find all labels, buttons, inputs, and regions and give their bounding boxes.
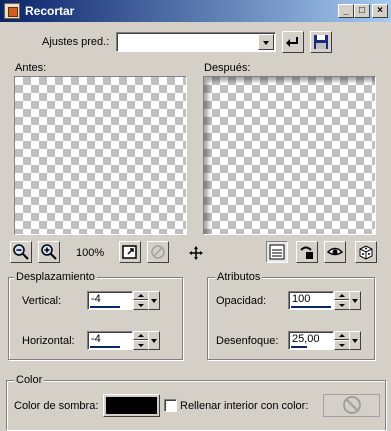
chevron-down-icon <box>151 299 157 303</box>
blur-value: 25,00 <box>292 333 320 345</box>
undo-arrow-icon <box>286 37 298 47</box>
after-label: Después: <box>204 62 251 74</box>
save-preset-button[interactable] <box>310 31 332 53</box>
opacity-decrement-button[interactable] <box>334 300 350 310</box>
script-mode-button[interactable] <box>296 241 318 263</box>
vertical-dropdown-button[interactable] <box>148 291 160 310</box>
blur-label: Desenfoque: <box>216 335 279 347</box>
horizontal-dropdown-button[interactable] <box>148 331 160 350</box>
presets-combo[interactable] <box>116 32 276 52</box>
randomize-button[interactable] <box>355 241 377 263</box>
vertical-slider-bar <box>90 306 120 308</box>
toggle-preview-icon <box>269 244 285 260</box>
horizontal-input[interactable]: -4 <box>87 331 133 350</box>
after-preview <box>203 76 376 235</box>
no-color-icon <box>343 396 361 414</box>
fit-window-icon <box>122 245 137 259</box>
proof-button[interactable] <box>147 241 169 263</box>
before-label: Antes: <box>15 62 47 74</box>
arrow-down-icon <box>138 344 144 347</box>
script-mode-icon <box>300 246 313 259</box>
blur-input[interactable]: 25,00 <box>288 331 334 350</box>
arrow-up-icon <box>138 294 144 297</box>
opacity-increment-button[interactable] <box>334 291 350 300</box>
toggle-preview-button[interactable] <box>266 241 288 263</box>
vertical-value: -4 <box>91 293 101 305</box>
eye-icon <box>326 247 344 256</box>
maximize-button[interactable]: □ <box>354 4 370 18</box>
opacity-dropdown-button[interactable] <box>349 291 361 310</box>
vertical-decrement-button[interactable] <box>133 300 149 310</box>
randomize-dice-icon <box>359 245 373 260</box>
offset-group-title: Desplazamiento <box>14 271 97 283</box>
proof-disabled-icon <box>151 245 165 259</box>
horizontal-increment-button[interactable] <box>133 331 149 340</box>
zoom-in-icon <box>41 244 57 260</box>
floppy-disk-icon <box>314 35 328 49</box>
vertical-increment-button[interactable] <box>133 291 149 300</box>
chevron-down-icon <box>263 41 269 45</box>
chevron-down-icon <box>151 339 157 343</box>
zoom-out-button[interactable] <box>10 241 32 263</box>
move-icon <box>189 246 203 260</box>
horizontal-spinner[interactable] <box>133 331 149 350</box>
fill-color-button[interactable] <box>323 394 380 417</box>
crop-tool-icon <box>4 3 20 19</box>
attributes-group-title: Atributos <box>215 271 263 283</box>
arrow-down-icon <box>339 344 345 347</box>
chevron-down-icon <box>352 339 358 343</box>
horizontal-slider-bar <box>90 346 120 348</box>
shadow-color-button[interactable] <box>103 394 160 417</box>
horizontal-value: -4 <box>91 333 101 345</box>
blur-slider-bar <box>291 346 307 348</box>
opacity-input[interactable]: 100 <box>288 291 334 310</box>
fill-interior-checkbox[interactable] <box>164 399 177 412</box>
opacity-label: Opacidad: <box>216 295 267 307</box>
opacity-slider-bar <box>291 306 331 308</box>
chevron-down-icon <box>352 299 358 303</box>
blur-increment-button[interactable] <box>334 331 350 340</box>
arrow-down-icon <box>339 304 345 307</box>
blur-spinner[interactable] <box>334 331 350 350</box>
fill-interior-label: Rellenar interior con color: <box>180 400 309 412</box>
opacity-value: 100 <box>292 293 311 305</box>
arrow-up-icon <box>138 334 144 337</box>
shadow-color-swatch <box>106 397 157 414</box>
zoom-in-button[interactable] <box>38 241 60 263</box>
color-group-title: Color <box>14 374 45 386</box>
shadow-color-label: Color de sombra: <box>14 400 99 412</box>
arrow-up-icon <box>339 294 345 297</box>
arrow-up-icon <box>339 334 345 337</box>
reset-preset-button[interactable] <box>282 31 304 53</box>
arrow-down-icon <box>138 304 144 307</box>
minimize-button[interactable]: _ <box>338 4 354 18</box>
vertical-input[interactable]: -4 <box>87 291 133 310</box>
vertical-label: Vertical: <box>22 295 62 307</box>
opacity-spinner[interactable] <box>334 291 350 310</box>
presets-dropdown-button[interactable] <box>258 34 274 50</box>
zoom-out-icon <box>13 244 29 260</box>
blur-decrement-button[interactable] <box>334 340 350 350</box>
close-button[interactable]: × <box>372 4 388 18</box>
horizontal-label: Horizontal: <box>22 335 75 347</box>
title-bar[interactable]: Recortar _ □ × <box>0 0 391 22</box>
presets-label: Ajustes pred.: <box>42 36 110 48</box>
fit-window-button[interactable] <box>119 241 141 263</box>
visibility-button[interactable] <box>324 241 346 263</box>
move-button[interactable] <box>186 243 206 263</box>
before-preview[interactable] <box>14 76 187 235</box>
horizontal-decrement-button[interactable] <box>133 340 149 350</box>
zoom-level: 100% <box>76 247 105 259</box>
blur-dropdown-button[interactable] <box>349 331 361 350</box>
vertical-spinner[interactable] <box>133 291 149 310</box>
window-title: Recortar <box>25 4 75 18</box>
